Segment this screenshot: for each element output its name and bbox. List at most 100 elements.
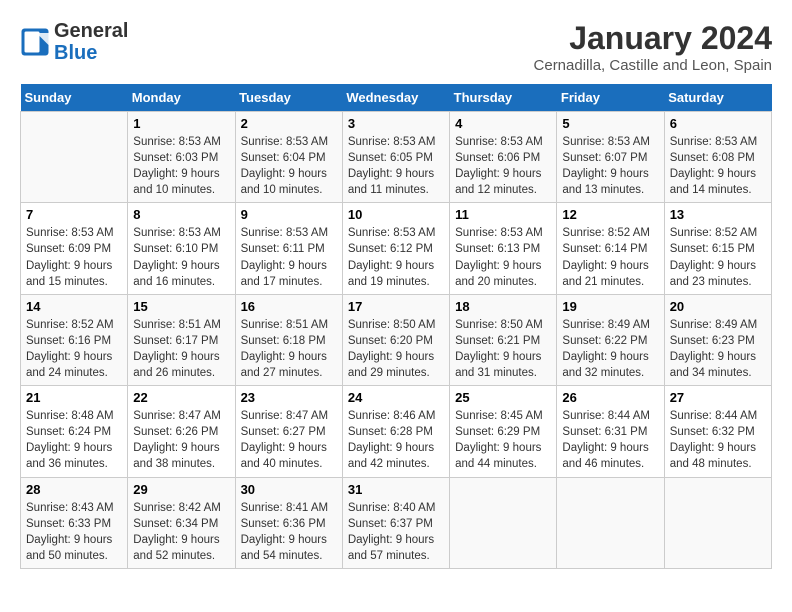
day-info: Sunrise: 8:43 AMSunset: 6:33 PMDaylight:… <box>26 500 122 564</box>
day-info: Sunrise: 8:47 AMSunset: 6:26 PMDaylight:… <box>133 408 229 472</box>
calendar-cell: 12 Sunrise: 8:52 AMSunset: 6:14 PMDayligh… <box>557 203 664 294</box>
calendar-header-row: SundayMondayTuesdayWednesdayThursdayFrid… <box>21 84 772 112</box>
header-friday: Friday <box>557 84 664 112</box>
day-info: Sunrise: 8:53 AMSunset: 6:05 PMDaylight:… <box>348 134 444 198</box>
day-info: Sunrise: 8:53 AMSunset: 6:06 PMDaylight:… <box>455 134 551 198</box>
calendar-cell: 17 Sunrise: 8:50 AMSunset: 6:20 PMDayligh… <box>342 294 449 385</box>
calendar-cell: 23 Sunrise: 8:47 AMSunset: 6:27 PMDayligh… <box>235 386 342 477</box>
day-info: Sunrise: 8:50 AMSunset: 6:21 PMDaylight:… <box>455 317 551 381</box>
day-number: 6 <box>670 116 766 131</box>
day-number: 24 <box>348 390 444 405</box>
calendar-week-row: 1 Sunrise: 8:53 AMSunset: 6:03 PMDaylight… <box>21 112 772 203</box>
calendar-cell <box>557 477 664 568</box>
calendar-week-row: 14Sunrise: 8:52 AMSunset: 6:16 PMDayligh… <box>21 294 772 385</box>
calendar-cell: 3Sunrise: 8:53 AMSunset: 6:05 PMDaylight… <box>342 112 449 203</box>
day-number: 28 <box>26 482 122 497</box>
calendar-cell: 25Sunrise: 8:45 AMSunset: 6:29 PMDayligh… <box>450 386 557 477</box>
header-sunday: Sunday <box>21 84 128 112</box>
day-number: 22 <box>133 390 229 405</box>
day-info: Sunrise: 8:42 AMSunset: 6:34 PMDaylight:… <box>133 500 229 564</box>
day-info: Sunrise: 8:47 AMSunset: 6:27 PMDaylight:… <box>241 408 337 472</box>
page-header: General Blue January 2024 Cernadilla, Ca… <box>20 20 772 74</box>
logo-text: General Blue <box>54 20 128 64</box>
day-info: Sunrise: 8:52 AMSunset: 6:15 PMDaylight:… <box>670 225 766 289</box>
day-number: 27 <box>670 390 766 405</box>
calendar-cell <box>450 477 557 568</box>
header-tuesday: Tuesday <box>235 84 342 112</box>
day-info: Sunrise: 8:53 AMSunset: 6:13 PMDaylight:… <box>455 225 551 289</box>
logo: General Blue <box>20 20 128 64</box>
calendar-cell: 31 Sunrise: 8:40 AMSunset: 6:37 PMDayligh… <box>342 477 449 568</box>
day-info: Sunrise: 8:51 AMSunset: 6:18 PMDaylight:… <box>241 317 337 381</box>
day-number: 12 <box>562 207 658 222</box>
day-number: 26 <box>562 390 658 405</box>
day-number: 30 <box>241 482 337 497</box>
day-info: Sunrise: 8:44 AMSunset: 6:32 PMDaylight:… <box>670 408 766 472</box>
day-info: Sunrise: 8:52 AMSunset: 6:16 PMDaylight:… <box>26 317 122 381</box>
day-number: 7 <box>26 207 122 222</box>
calendar-cell: 16 Sunrise: 8:51 AMSunset: 6:18 PMDayligh… <box>235 294 342 385</box>
title-block: January 2024 Cernadilla, Castille and Le… <box>534 20 772 74</box>
calendar-table: SundayMondayTuesdayWednesdayThursdayFrid… <box>20 84 772 569</box>
calendar-cell: 26 Sunrise: 8:44 AMSunset: 6:31 PMDayligh… <box>557 386 664 477</box>
day-number: 23 <box>241 390 337 405</box>
calendar-cell: 5Sunrise: 8:53 AMSunset: 6:07 PMDaylight… <box>557 112 664 203</box>
calendar-cell: 4 Sunrise: 8:53 AMSunset: 6:06 PMDaylight… <box>450 112 557 203</box>
calendar-cell: 13 Sunrise: 8:52 AMSunset: 6:15 PMDayligh… <box>664 203 771 294</box>
day-info: Sunrise: 8:50 AMSunset: 6:20 PMDaylight:… <box>348 317 444 381</box>
header-monday: Monday <box>128 84 235 112</box>
calendar-cell: 21 Sunrise: 8:48 AMSunset: 6:24 PMDayligh… <box>21 386 128 477</box>
day-number: 20 <box>670 299 766 314</box>
day-number: 15 <box>133 299 229 314</box>
day-info: Sunrise: 8:48 AMSunset: 6:24 PMDaylight:… <box>26 408 122 472</box>
calendar-cell: 6 Sunrise: 8:53 AMSunset: 6:08 PMDaylight… <box>664 112 771 203</box>
calendar-cell: 29Sunrise: 8:42 AMSunset: 6:34 PMDayligh… <box>128 477 235 568</box>
day-info: Sunrise: 8:53 AMSunset: 6:03 PMDaylight:… <box>133 134 229 198</box>
calendar-cell: 27 Sunrise: 8:44 AMSunset: 6:32 PMDayligh… <box>664 386 771 477</box>
calendar-cell: 19Sunrise: 8:49 AMSunset: 6:22 PMDayligh… <box>557 294 664 385</box>
day-info: Sunrise: 8:40 AMSunset: 6:37 PMDaylight:… <box>348 500 444 564</box>
header-thursday: Thursday <box>450 84 557 112</box>
day-number: 1 <box>133 116 229 131</box>
day-number: 2 <box>241 116 337 131</box>
calendar-cell: 9Sunrise: 8:53 AMSunset: 6:11 PMDaylight… <box>235 203 342 294</box>
day-info: Sunrise: 8:53 AMSunset: 6:07 PMDaylight:… <box>562 134 658 198</box>
calendar-cell: 22 Sunrise: 8:47 AMSunset: 6:26 PMDayligh… <box>128 386 235 477</box>
calendar-cell: 24 Sunrise: 8:46 AMSunset: 6:28 PMDayligh… <box>342 386 449 477</box>
logo-line1: General <box>54 20 128 42</box>
calendar-cell <box>664 477 771 568</box>
day-info: Sunrise: 8:49 AMSunset: 6:22 PMDaylight:… <box>562 317 658 381</box>
day-info: Sunrise: 8:41 AMSunset: 6:36 PMDaylight:… <box>241 500 337 564</box>
calendar-cell: 2Sunrise: 8:53 AMSunset: 6:04 PMDaylight… <box>235 112 342 203</box>
day-number: 10 <box>348 207 444 222</box>
day-number: 16 <box>241 299 337 314</box>
subtitle: Cernadilla, Castille and Leon, Spain <box>534 57 772 74</box>
day-info: Sunrise: 8:46 AMSunset: 6:28 PMDaylight:… <box>348 408 444 472</box>
day-number: 31 <box>348 482 444 497</box>
calendar-cell: 11 Sunrise: 8:53 AMSunset: 6:13 PMDayligh… <box>450 203 557 294</box>
day-number: 17 <box>348 299 444 314</box>
main-title: January 2024 <box>534 20 772 57</box>
day-number: 9 <box>241 207 337 222</box>
day-number: 21 <box>26 390 122 405</box>
calendar-cell: 14Sunrise: 8:52 AMSunset: 6:16 PMDayligh… <box>21 294 128 385</box>
day-info: Sunrise: 8:51 AMSunset: 6:17 PMDaylight:… <box>133 317 229 381</box>
day-number: 4 <box>455 116 551 131</box>
calendar-cell: 28 Sunrise: 8:43 AMSunset: 6:33 PMDayligh… <box>21 477 128 568</box>
calendar-week-row: 28 Sunrise: 8:43 AMSunset: 6:33 PMDayligh… <box>21 477 772 568</box>
day-info: Sunrise: 8:53 AMSunset: 6:08 PMDaylight:… <box>670 134 766 198</box>
day-info: Sunrise: 8:45 AMSunset: 6:29 PMDaylight:… <box>455 408 551 472</box>
calendar-cell: 15 Sunrise: 8:51 AMSunset: 6:17 PMDayligh… <box>128 294 235 385</box>
calendar-cell: 18 Sunrise: 8:50 AMSunset: 6:21 PMDayligh… <box>450 294 557 385</box>
header-saturday: Saturday <box>664 84 771 112</box>
day-info: Sunrise: 8:44 AMSunset: 6:31 PMDaylight:… <box>562 408 658 472</box>
calendar-cell <box>21 112 128 203</box>
day-number: 11 <box>455 207 551 222</box>
day-info: Sunrise: 8:52 AMSunset: 6:14 PMDaylight:… <box>562 225 658 289</box>
day-number: 13 <box>670 207 766 222</box>
day-number: 8 <box>133 207 229 222</box>
logo-line2: Blue <box>54 42 97 64</box>
day-info: Sunrise: 8:53 AMSunset: 6:09 PMDaylight:… <box>26 225 122 289</box>
day-number: 18 <box>455 299 551 314</box>
calendar-week-row: 21 Sunrise: 8:48 AMSunset: 6:24 PMDayligh… <box>21 386 772 477</box>
